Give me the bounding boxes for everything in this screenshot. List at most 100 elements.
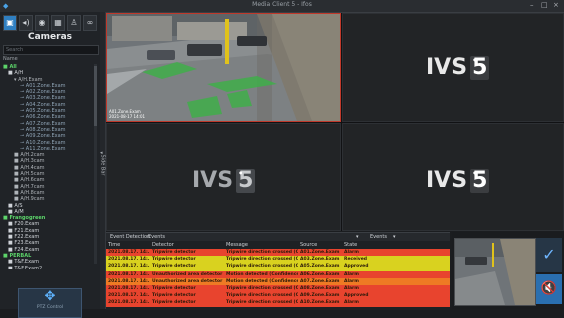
close-button[interactable]: ×: [553, 1, 559, 9]
column-source[interactable]: Source: [300, 242, 317, 249]
event-message: Tripwire direction crossed (Con...: [226, 257, 298, 263]
acknowledge-button[interactable]: ✓: [536, 238, 562, 272]
events-tabbar: Event Detection Events ▾ Events ▾: [106, 233, 450, 241]
column-state[interactable]: State: [344, 242, 357, 249]
events-panel: Event Detection Events ▾ Events ▾ Time D…: [106, 232, 450, 310]
video-tile-1[interactable]: A01.Zone.Exam 2021-08-17 14:01: [106, 13, 341, 122]
event-time: 2021.08.17. 14:...: [108, 264, 150, 270]
events-filter[interactable]: Events: [368, 233, 389, 241]
event-detector: Unauthorized area detector: [152, 271, 223, 277]
sidebar-title: Cameras: [27, 32, 73, 42]
ivs-logo-text: IVS: [426, 55, 468, 80]
event-source: A06.Zone.Exam: [300, 271, 340, 277]
event-state: Alarm: [344, 278, 359, 284]
event-source: A03.Zone.Exam: [300, 257, 340, 263]
minimize-button[interactable]: –: [530, 1, 534, 9]
ptz-control-button[interactable]: ✥ PTZ Control: [18, 288, 82, 318]
ivs-logo-badge: • 5: [470, 168, 490, 193]
tree-column-header: Name: [3, 56, 18, 62]
event-source: A10.Zone.Exam: [300, 300, 340, 306]
event-message: Motion detected (Confidence: 0...: [226, 278, 298, 284]
chevron-down-icon[interactable]: ▾: [391, 233, 398, 241]
video-tile-2[interactable]: IVS • 5: [342, 13, 564, 122]
mute-icon: 🔇: [540, 281, 558, 296]
event-detector: Tripwire detector: [152, 293, 196, 299]
snapshot-picture: [455, 239, 535, 305]
ivs-logo-text: IVS: [426, 168, 468, 193]
event-time: 2021.08.17. 14:...: [108, 300, 150, 306]
users-icon[interactable]: ♙: [67, 15, 81, 31]
layout-icon[interactable]: ▦: [51, 15, 65, 31]
event-row[interactable]: 2021.08.17. 14:... Tripwire detector Tripw…: [106, 299, 450, 307]
video-tile-3[interactable]: IVS • 5: [106, 123, 341, 231]
events-table-header: Time Detector Message Source State: [106, 242, 450, 249]
event-row[interactable]: 2021.08.17. 14:... Tripwire detector Tripw…: [106, 284, 450, 293]
event-state: Alarm: [344, 250, 359, 255]
move-arrows-icon: ✥: [44, 289, 56, 304]
event-message: Tripwire direction crossed (Con...: [226, 300, 298, 306]
event-source: A05.Zone.Exam: [300, 264, 340, 270]
ptz-control-label: PTZ Control: [36, 305, 64, 310]
video-grid: A01.Zone.Exam 2021-08-17 14:01 IVS • 5 IVS…: [106, 13, 564, 231]
event-state: Approved: [344, 264, 369, 270]
column-detector[interactable]: Detector: [152, 242, 174, 249]
event-row[interactable]: 2021.08.17. 14:... Unauthorized area dete…: [106, 270, 450, 278]
camera-icon[interactable]: ▣: [3, 15, 17, 31]
eye-icon[interactable]: ◉: [35, 15, 49, 31]
ivs-logo-text: IVS: [192, 168, 234, 193]
event-message: Tripwire direction crossed (Con...: [226, 285, 298, 291]
event-state: Approved: [344, 293, 369, 299]
ivs-logo-badge: • 5: [236, 168, 256, 193]
event-row[interactable]: 2021.08.17. 14:... Tripwire detector Tripw…: [106, 292, 450, 300]
sidebar-toolbar: ▣ ◂) ◉ ▦ ♙ ∞: [3, 15, 97, 31]
tree-scrollbar-thumb[interactable]: [94, 66, 97, 126]
event-detector: Tripwire detector: [152, 264, 196, 270]
event-state: Alarm: [344, 271, 359, 277]
column-time[interactable]: Time: [108, 242, 120, 249]
camera-tree[interactable]: ■ All ■ A/H ▾ A/H.Exam ⊸ A01.Zone.Exam ⊸ A02…: [3, 64, 95, 269]
tree-item[interactable]: ■ T&F.Exam2: [3, 266, 95, 270]
event-snapshot-image[interactable]: [454, 238, 536, 306]
event-row[interactable]: 2021.08.17. 14:... Tripwire detector Tripw…: [106, 249, 450, 257]
chevron-down-icon[interactable]: ▾: [354, 233, 361, 241]
video-tile-4[interactable]: IVS • 5: [342, 123, 564, 231]
event-detector: Tripwire detector: [152, 257, 196, 263]
tab-events[interactable]: Events: [146, 233, 167, 241]
camera-search-input[interactable]: Search: [3, 45, 99, 55]
event-row[interactable]: 2021.08.17. 14:... Tripwire detector Tripw…: [106, 256, 450, 264]
event-detector: Tripwire detector: [152, 285, 196, 291]
ivs-logo-badge: • 5: [470, 55, 490, 80]
event-message: Tripwire direction crossed (Con...: [226, 264, 298, 270]
audio-icon[interactable]: ◂): [19, 15, 33, 31]
event-detector: Tripwire detector: [152, 250, 196, 255]
link-icon[interactable]: ∞: [83, 15, 97, 31]
ivs-logo: IVS • 5: [426, 168, 490, 193]
event-row[interactable]: 2021.08.17. 14:... Tripwire detector Tripw…: [106, 263, 450, 271]
check-icon: ✓: [542, 245, 556, 264]
event-time: 2021.08.17. 14:...: [108, 278, 150, 284]
event-source: A09.Zone.Exam: [300, 293, 340, 299]
event-source: A07.Zone.Exam: [300, 278, 340, 284]
event-state: Alarm: [344, 300, 359, 306]
event-source: A08.Zone.Exam: [300, 285, 340, 291]
event-time: 2021.08.17. 14:...: [108, 293, 150, 299]
ivs-logo: IVS • 5: [426, 55, 490, 80]
events-table-body: 2021.08.17. 14:... Tripwire detector Tripw…: [106, 249, 450, 307]
camera-overlay-time: 2021-08-17 14:01: [109, 114, 146, 119]
event-time: 2021.08.17. 14:...: [108, 250, 150, 255]
maximize-button[interactable]: □: [541, 1, 548, 9]
event-detector: Unauthorized area detector: [152, 278, 223, 284]
side-panel-label: Side Bar: [99, 154, 106, 176]
column-message[interactable]: Message: [226, 242, 248, 249]
event-message: Tripwire direction crossed (Con...: [226, 250, 298, 255]
window-title: Media Client 5 - Ifos: [252, 1, 312, 8]
event-preview-panel: ✓ 🔇: [452, 232, 564, 309]
camera-overlay-label: A01.Zone.Exam 2021-08-17 14:01: [109, 109, 145, 119]
event-time: 2021.08.17. 14:...: [108, 257, 150, 263]
mute-alarm-button[interactable]: 🔇: [536, 274, 562, 304]
event-state: Alarm: [344, 285, 359, 291]
tree-scrollbar[interactable]: [94, 64, 97, 264]
event-state: Received: [344, 257, 367, 263]
camera-feed-image: [107, 14, 340, 121]
event-row[interactable]: 2021.08.17. 14:... Unauthorized area dete…: [106, 277, 450, 285]
